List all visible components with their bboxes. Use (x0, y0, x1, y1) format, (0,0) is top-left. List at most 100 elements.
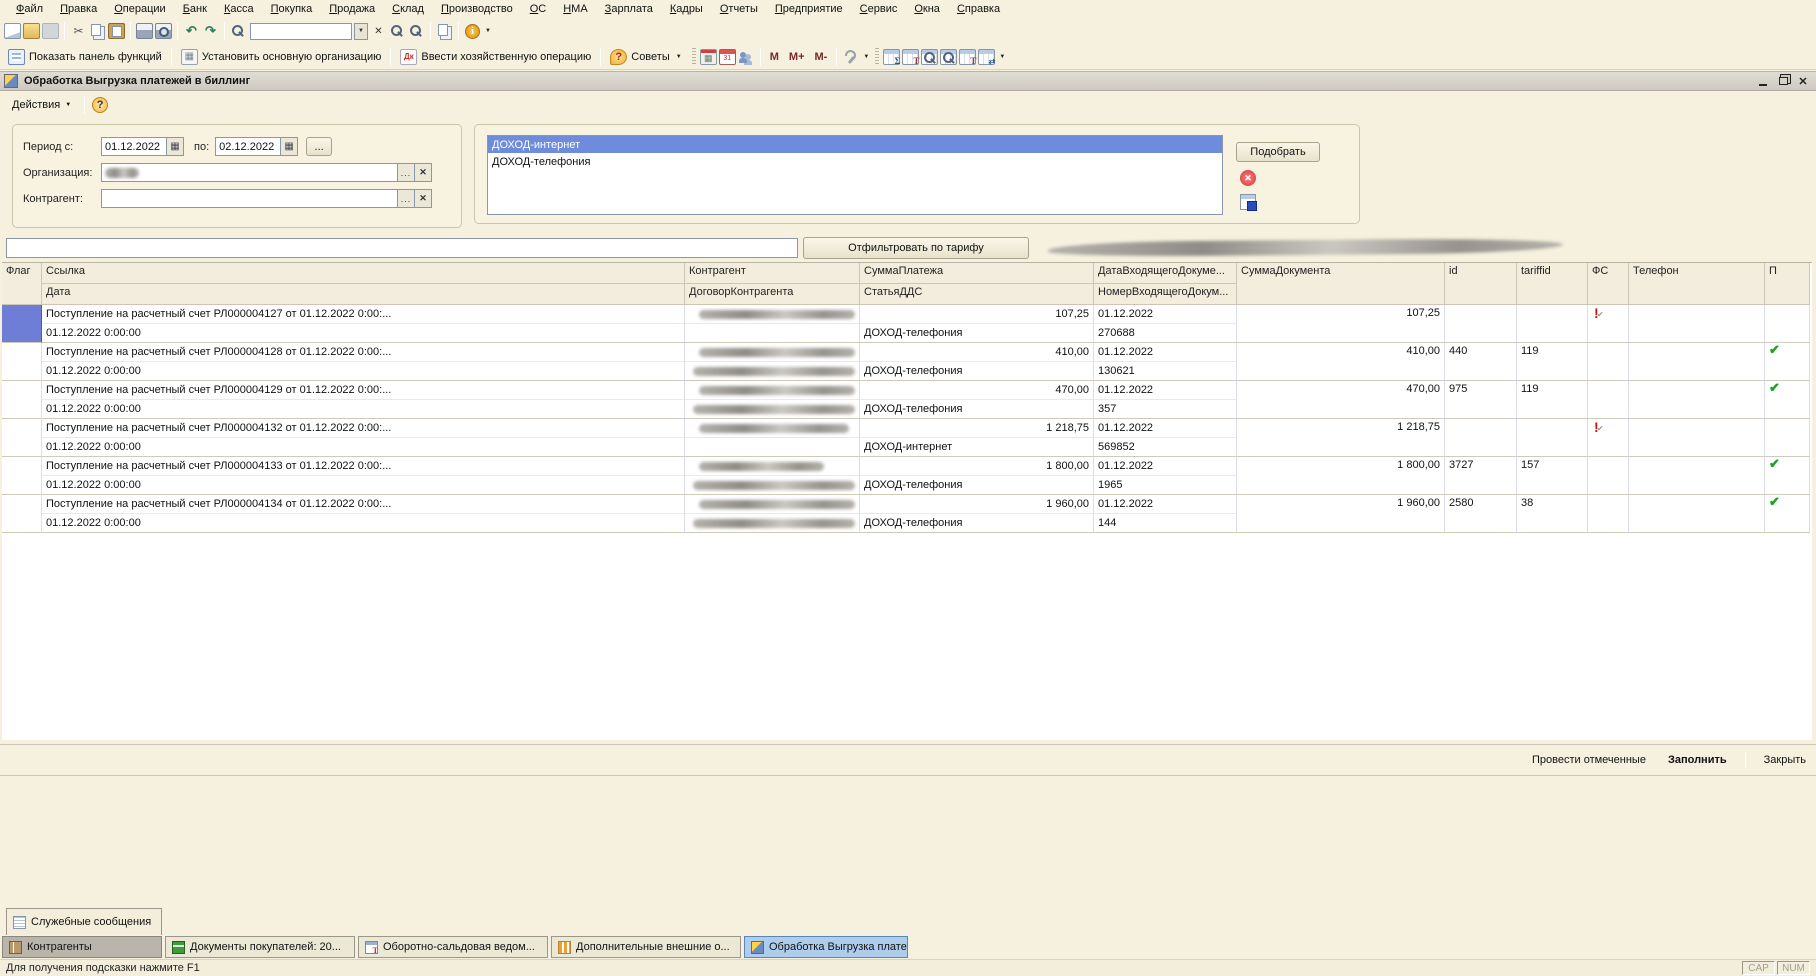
id-cell[interactable]: 975 (1445, 381, 1517, 419)
find-in-doc-icon[interactable] (940, 49, 957, 65)
fs-cell[interactable] (1588, 343, 1629, 381)
column-header-posted[interactable]: П (1765, 263, 1810, 305)
print-icon[interactable] (136, 23, 153, 39)
dogovor-cell[interactable] (685, 324, 860, 343)
doc-amount-cell[interactable]: 410,00 (1237, 343, 1445, 381)
calendar-icon[interactable] (719, 49, 736, 65)
footer-button-1[interactable]: Провести отмеченные (1528, 752, 1650, 768)
posted-cell[interactable]: ✔ (1765, 343, 1810, 381)
doc-amount-cell[interactable]: 470,00 (1237, 381, 1445, 419)
undo-icon[interactable] (183, 23, 200, 39)
menu-item-10[interactable]: ОС (522, 1, 555, 17)
taskbar-tab-1[interactable]: Контрагенты (2, 936, 162, 958)
date-cell[interactable]: 01.12.2022 0:00:00 (42, 400, 685, 419)
link-cell[interactable]: Поступление на расчетный счет РЛ00000412… (42, 305, 685, 324)
amount-cell[interactable]: 1 960,00 (860, 495, 1094, 514)
taskbar-tab-4[interactable]: Дополнительные внешние о... (551, 936, 741, 958)
users-icon[interactable] (738, 49, 755, 65)
menu-item-6[interactable]: Покупка (263, 1, 321, 17)
phone-cell[interactable] (1629, 495, 1765, 533)
column-header-amount[interactable]: СуммаПлатежа (860, 263, 1094, 284)
link-cell[interactable]: Поступление на расчетный счет РЛ00000412… (42, 343, 685, 362)
doc-number-cell[interactable]: 270688 (1094, 324, 1237, 343)
flag-cell[interactable] (2, 419, 42, 457)
close-icon[interactable] (1794, 74, 1812, 89)
menu-item-18[interactable]: Справка (949, 1, 1008, 17)
fs-cell[interactable] (1588, 305, 1629, 343)
find-previous-icon[interactable] (408, 23, 425, 39)
menu-item-3[interactable]: Операции (106, 1, 173, 17)
doc-amount-cell[interactable]: 107,25 (1237, 305, 1445, 343)
doc-date-cell[interactable]: 01.12.2022 (1094, 495, 1237, 514)
redo-icon[interactable] (202, 23, 219, 39)
date-cell[interactable]: 01.12.2022 0:00:00 (42, 438, 685, 457)
amount-cell[interactable]: 1 800,00 (860, 457, 1094, 476)
dogovor-cell[interactable] (685, 400, 860, 419)
doc-export-icon[interactable] (978, 49, 995, 65)
toolbar-button-advisor[interactable]: Советы (606, 47, 687, 67)
flag-cell[interactable] (2, 381, 42, 419)
posted-cell[interactable]: ✔ (1765, 381, 1810, 419)
menu-item-11[interactable]: НМА (555, 1, 595, 17)
sum-table-icon[interactable] (883, 49, 900, 65)
date-cell[interactable]: 01.12.2022 0:00:00 (42, 514, 685, 533)
amount-cell[interactable]: 1 218,75 (860, 419, 1094, 438)
contragent-cell[interactable] (685, 305, 860, 324)
caret-icon[interactable] (997, 49, 1007, 65)
payments-table[interactable]: ФлагСсылкаДатаКонтрагентДоговорКонтраген… (2, 262, 1812, 740)
menu-item-13[interactable]: Кадры (662, 1, 711, 17)
contragent-cell[interactable] (685, 381, 860, 400)
menu-item-1[interactable]: Файл (8, 1, 51, 17)
vat-item-cell[interactable]: ДОХОД-телефония (860, 362, 1094, 381)
menu-item-12[interactable]: Зарплата (597, 1, 661, 17)
fs-cell[interactable] (1588, 419, 1629, 457)
link-cell[interactable]: Поступление на расчетный счет РЛ00000413… (42, 457, 685, 476)
posted-cell[interactable] (1765, 419, 1810, 457)
tariffid-cell[interactable]: 157 (1517, 457, 1588, 495)
flag-cell[interactable] (2, 457, 42, 495)
clear-icon[interactable] (370, 23, 387, 39)
filter-by-tariff-button[interactable]: Отфильтровать по тарифу (803, 237, 1029, 259)
doc-settings-icon[interactable] (959, 49, 976, 65)
column-header-doc-amount[interactable]: СуммаДокумента (1237, 263, 1445, 305)
fs-cell[interactable] (1588, 495, 1629, 533)
doc-number-cell[interactable]: 1965 (1094, 476, 1237, 495)
tariffid-cell[interactable]: 38 (1517, 495, 1588, 533)
menu-item-5[interactable]: Касса (216, 1, 262, 17)
dogovor-cell[interactable] (685, 362, 860, 381)
column-header-flag[interactable]: Флаг (2, 263, 42, 305)
help-button[interactable]: ? (92, 97, 108, 113)
toolbar-button-function-panel[interactable]: Показать панель функций (4, 47, 166, 67)
id-cell[interactable]: 2580 (1445, 495, 1517, 533)
doc-date-cell[interactable]: 01.12.2022 (1094, 381, 1237, 400)
calculator-icon[interactable] (700, 49, 717, 65)
taskbar-tab-2[interactable]: Документы покупателей: 20... (165, 936, 355, 958)
column-header-phone[interactable]: Телефон (1629, 263, 1765, 305)
caret-icon[interactable] (861, 49, 871, 65)
menu-item-2[interactable]: Правка (52, 1, 105, 17)
doc-number-cell[interactable]: 357 (1094, 400, 1237, 419)
id-cell[interactable] (1445, 419, 1517, 457)
info-icon[interactable] (464, 23, 481, 39)
flag-cell[interactable] (2, 305, 42, 343)
menu-item-14[interactable]: Отчеты (712, 1, 766, 17)
minimize-icon[interactable] (1754, 74, 1772, 89)
wrench-icon[interactable] (842, 49, 859, 65)
organization-select-icon[interactable]: ... (398, 163, 415, 182)
fs-cell[interactable] (1588, 381, 1629, 419)
menu-item-8[interactable]: Склад (384, 1, 432, 17)
phone-cell[interactable] (1629, 305, 1765, 343)
actions-menu-button[interactable]: Действия ▼ (6, 97, 77, 113)
memory-button-m+[interactable]: M+ (785, 50, 809, 64)
memory-button-m[interactable]: M (766, 50, 783, 64)
link-cell[interactable]: Поступление на расчетный счет РЛ00000413… (42, 495, 685, 514)
doc-date-cell[interactable]: 01.12.2022 (1094, 419, 1237, 438)
fs-cell[interactable] (1588, 457, 1629, 495)
posted-cell[interactable]: ✔ (1765, 457, 1810, 495)
posted-cell[interactable] (1765, 305, 1810, 343)
caret-icon[interactable] (483, 23, 493, 39)
find-next-icon[interactable] (389, 23, 406, 39)
phone-cell[interactable] (1629, 457, 1765, 495)
vat-item-cell[interactable]: ДОХОД-телефония (860, 476, 1094, 495)
print-preview-icon[interactable] (155, 23, 172, 39)
